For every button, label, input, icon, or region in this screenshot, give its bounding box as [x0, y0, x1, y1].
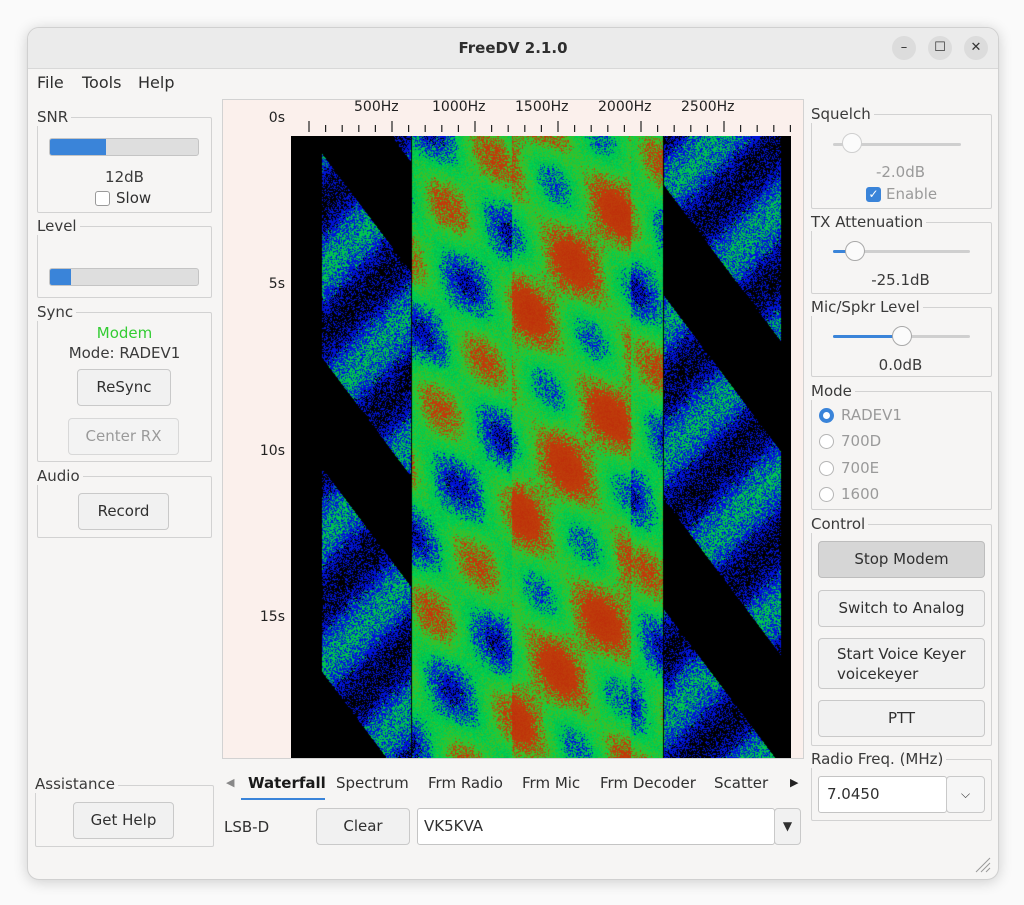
audio-label: Audio [37, 467, 83, 485]
ptt-button[interactable]: PTT [818, 700, 985, 737]
main-window: FreeDV 2.1.0 – ☐ ✕ File Tools Help SNR 1… [27, 27, 999, 880]
radio-freq-field[interactable]: 7.0450 [818, 776, 947, 813]
maximize-button[interactable]: ☐ [928, 36, 952, 60]
tab-scatter[interactable]: Scatter [714, 774, 768, 792]
level-label: Level [37, 217, 80, 235]
slow-checkbox[interactable] [95, 191, 110, 206]
voice-keyer-button[interactable]: Start Voice Keyer voicekeyer [818, 638, 985, 689]
mic-spkr-value: 0.0dB [878, 356, 923, 374]
y-tick-label: 10s [259, 443, 285, 459]
level-meter [49, 268, 199, 286]
radio-freq-label: Radio Freq. (MHz) [811, 750, 947, 768]
tab-scroll-left-icon[interactable]: ◀ [226, 776, 234, 789]
active-tab-indicator [241, 798, 325, 800]
chevron-down-icon: ⌵ [960, 787, 971, 801]
enable-checkbox[interactable]: ✓ [866, 187, 881, 202]
mode-radio-700e[interactable] [819, 461, 834, 476]
snr-meter-fill [50, 139, 107, 155]
snr-label: SNR [37, 108, 72, 126]
tab-waterfall[interactable]: Waterfall [248, 774, 326, 792]
radio-freq-dropdown-button[interactable]: ⌵ [946, 776, 985, 813]
menu-file[interactable]: File [37, 73, 64, 92]
y-tick-label: 5s [268, 276, 285, 292]
sync-mode: Mode: RADEV1 [68, 344, 181, 362]
tab-spectrum[interactable]: Spectrum [336, 774, 409, 792]
voice-keyer-label: Start Voice Keyer [837, 645, 966, 663]
callsign-field[interactable]: VK5KVA [417, 808, 775, 845]
mode-option-label: 1600 [841, 485, 880, 503]
record-button[interactable]: Record [78, 493, 169, 530]
minimize-button[interactable]: – [892, 36, 916, 60]
slow-label: Slow [116, 189, 152, 207]
mic-spkr-label: Mic/Spkr Level [811, 298, 923, 316]
center-rx-button[interactable]: Center RX [68, 418, 179, 455]
mode-option-label: RADEV1 [841, 406, 902, 424]
mode-label: Mode [811, 382, 855, 400]
mic-spkr-slider[interactable] [891, 326, 912, 346]
tab-scroll-right-icon[interactable]: ▶ [790, 776, 798, 789]
menu-bar: File Tools Help [28, 69, 998, 97]
squelch-value: -2.0dB [875, 163, 926, 181]
snr-meter [49, 138, 199, 156]
level-group [37, 226, 212, 298]
window-title: FreeDV 2.1.0 [458, 39, 568, 57]
resync-button[interactable]: ReSync [77, 369, 171, 406]
tx-attenuation-slider[interactable] [844, 241, 865, 261]
y-tick-label: 15s [259, 609, 285, 625]
callsign-dropdown-button[interactable]: ▼ [774, 808, 801, 845]
chevron-down-icon: ▼ [782, 819, 793, 833]
waterfall-plot: 500Hz 1000Hz 1500Hz 2000Hz 2500Hz 0s 5s … [222, 99, 804, 759]
squelch-label: Squelch [811, 105, 874, 123]
waterfall-display[interactable] [291, 136, 791, 758]
control-label: Control [811, 515, 869, 533]
menu-tools[interactable]: Tools [82, 73, 121, 92]
mode-radio-radev1[interactable] [819, 408, 834, 423]
enable-label: Enable [886, 185, 938, 203]
level-meter-fill [50, 269, 71, 285]
snr-value: 12dB [105, 168, 144, 186]
switch-to-analog-button[interactable]: Switch to Analog [818, 590, 985, 627]
sync-status: Modem [96, 324, 153, 342]
get-help-button[interactable]: Get Help [73, 802, 174, 839]
mode-option-label: 700D [841, 432, 882, 450]
clear-button[interactable]: Clear [316, 808, 410, 845]
x-tick-marks [308, 121, 792, 132]
title-bar: FreeDV 2.1.0 – ☐ ✕ [28, 28, 998, 69]
tab-frm-radio[interactable]: Frm Radio [428, 774, 503, 792]
close-button[interactable]: ✕ [964, 36, 988, 60]
y-tick-label: 0s [268, 110, 285, 126]
tab-frm-mic[interactable]: Frm Mic [522, 774, 580, 792]
sync-label: Sync [37, 303, 77, 321]
menu-help[interactable]: Help [138, 73, 174, 92]
tx-attenuation-value: -25.1dB [871, 271, 930, 289]
mode-option-label: 700E [841, 459, 880, 477]
frequency-axis: 500Hz 1000Hz 1500Hz 2000Hz 2500Hz [223, 99, 803, 136]
waterfall-canvas [291, 136, 791, 758]
tx-attenuation-label: TX Attenuation [811, 213, 927, 231]
mode-radio-700d[interactable] [819, 434, 834, 449]
mode-indicator: LSB-D [224, 818, 270, 836]
assistance-label: Assistance [35, 775, 118, 793]
voice-keyer-file: voicekeyer [837, 665, 919, 683]
stop-modem-button[interactable]: Stop Modem [818, 541, 985, 578]
tab-frm-decoder[interactable]: Frm Decoder [600, 774, 696, 792]
mode-radio-1600[interactable] [819, 487, 834, 502]
plot-tabs: ◀ Waterfall Spectrum Frm Radio Frm Mic F… [224, 770, 804, 800]
resize-grip-icon[interactable] [972, 854, 992, 874]
